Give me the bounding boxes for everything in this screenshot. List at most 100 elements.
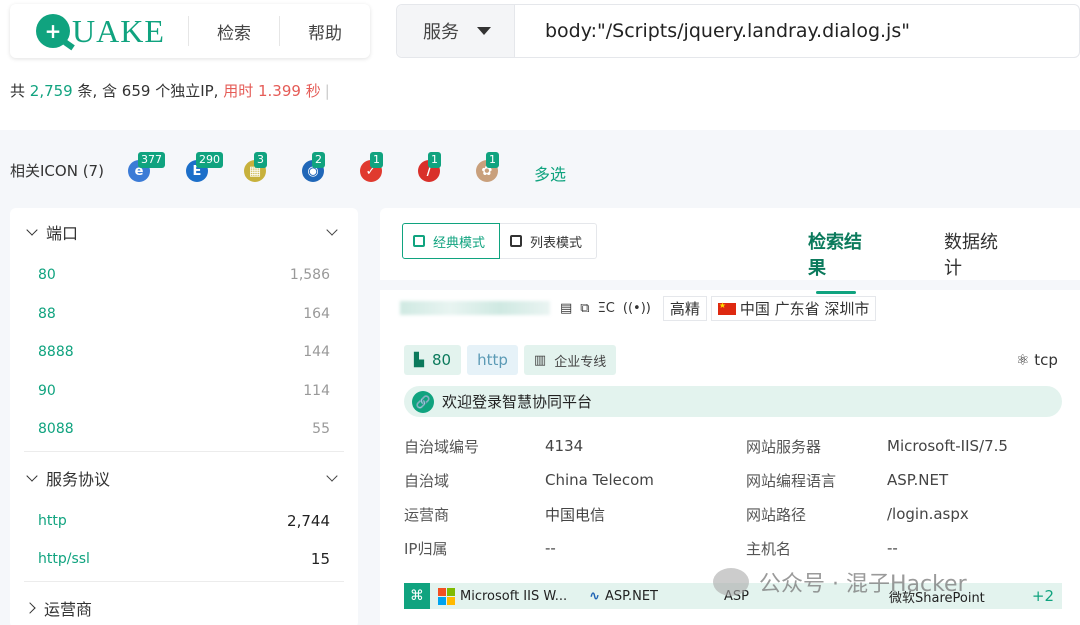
favicon-item[interactable]: E 290	[186, 152, 244, 192]
line-tag[interactable]: ▥ 企业专线	[523, 345, 617, 375]
nav-search[interactable]: 检索	[189, 19, 279, 44]
logo-q-icon: +	[36, 14, 70, 48]
tech-aspnet[interactable]: ∿ ASP.NET	[589, 589, 658, 604]
blurred-ip[interactable]	[400, 301, 550, 315]
filter-count: 2,744	[287, 511, 330, 530]
filter-count: 164	[303, 305, 330, 322]
filter-row[interactable]: 80 1,586	[24, 256, 344, 295]
detail-value: Microsoft-IIS/7.5	[887, 437, 1008, 455]
location-badge: 中国 广东省 深圳市	[710, 295, 877, 321]
favicon-item[interactable]: ◉ 2	[302, 152, 360, 192]
detail-label: 网站路径	[746, 505, 807, 524]
filter-count: 114	[303, 382, 330, 399]
section-divider	[24, 450, 344, 452]
tech-aspnet-label: ASP.NET	[605, 588, 658, 604]
collapse-chevron-icon[interactable]	[326, 469, 338, 482]
classic-mode-label: 经典模式	[433, 235, 486, 251]
site-title[interactable]: 欢迎登录智慧协同平台	[442, 391, 592, 412]
multi-select-button[interactable]: 多选	[534, 161, 566, 185]
favicon-item[interactable]: ✿ 1	[476, 152, 534, 192]
filter-sidebar: 端口 80 1,586 88 164 8888 144 90 114 8088 55 服务协议 h…	[10, 208, 358, 625]
detail-label: 自治域编号	[404, 437, 480, 456]
signal-icon[interactable]: ((•))	[623, 301, 651, 316]
detail-label: 自治域	[404, 471, 450, 490]
filter-row[interactable]: 8888 144	[24, 333, 344, 372]
ec-icon[interactable]: ΞC	[598, 301, 615, 316]
favicon-count-badge: 377	[138, 152, 165, 168]
search-bar: 服务 body:"/Scripts/jquery.landray.dialog.…	[396, 4, 1080, 58]
collapse-chevron-icon[interactable]	[326, 224, 338, 236]
filter-value: 8088	[38, 421, 74, 438]
search-input[interactable]: body:"/Scripts/jquery.landray.dialog.js"	[515, 20, 910, 42]
list-icon	[510, 235, 523, 247]
favicon-item[interactable]: ✓ 1	[360, 152, 418, 192]
protocol-section-header[interactable]: 服务协议	[24, 454, 344, 502]
classic-mode-button[interactable]: 经典模式	[402, 223, 501, 259]
filter-row[interactable]: 88 164	[24, 295, 344, 334]
result-host-header: ▤ ⧉ ΞC ((•)) 高精 中国 广东省 深圳市	[400, 295, 877, 321]
link-icon[interactable]: 🔗	[412, 390, 434, 413]
list-mode-button[interactable]: 列表模式	[500, 223, 598, 259]
logo-text: UAKE	[72, 12, 165, 49]
filter-row[interactable]: http 2,744	[24, 502, 344, 541]
tech-iis[interactable]: Microsoft IIS W...	[438, 587, 567, 605]
detail-row: IP归属 -- 主机名 --	[404, 531, 1080, 565]
filter-count: 55	[312, 421, 330, 438]
site-title-bar: 🔗 欢迎登录智慧协同平台	[404, 386, 1062, 417]
document-icon[interactable]: ▤	[560, 301, 572, 316]
location-text: 中国 广东省 深圳市	[739, 299, 870, 318]
related-icons-label: 相关ICON (7)	[10, 162, 104, 180]
building-icon: ▥	[533, 352, 547, 368]
protocol-section-title: 服务协议	[46, 469, 111, 489]
view-mode-toggle: 经典模式 列表模式	[402, 223, 598, 259]
summary-divider: |	[324, 82, 330, 100]
filter-row[interactable]: 90 114	[24, 372, 344, 411]
detail-row: 自治域 China Telecom 网站编程语言 ASP.NET	[404, 463, 1080, 497]
panel-separator	[380, 280, 1080, 290]
quake-logo[interactable]: + UAKE	[10, 4, 188, 58]
brand-nav-box: + UAKE 检索 帮助	[10, 4, 370, 58]
protocol-tag[interactable]: http	[467, 345, 518, 375]
filter-row[interactable]: http/ssl 15	[24, 540, 344, 579]
china-flag-icon	[717, 301, 736, 315]
filter-count: 1,586	[289, 267, 330, 284]
detail-value: 中国电信	[545, 505, 606, 524]
more-tech-button[interactable]: +2	[1032, 587, 1054, 605]
favicon-count-badge: 1	[370, 152, 383, 168]
detail-label: IP归属	[404, 539, 448, 558]
filter-count: 144	[303, 344, 330, 361]
wechat-watermark: 公众号 · 混子Hacker	[713, 566, 967, 598]
detail-value: China Telecom	[545, 471, 654, 489]
favicon-item[interactable]: ▦ 3	[244, 152, 302, 192]
filter-value: 8888	[38, 344, 74, 361]
dotnet-icon: ∿	[589, 588, 601, 604]
isp-section-header[interactable]: 运营商	[24, 584, 344, 625]
port-section-header[interactable]: 端口	[24, 208, 344, 256]
detail-value: --	[887, 539, 898, 557]
service-dropdown-label: 服务	[423, 22, 459, 43]
port-tag[interactable]: ▙ 80	[404, 345, 462, 375]
related-icons-row: 相关ICON (7) e 377 E 290 ▦ 3 ◉ 2 ✓ 1/1 ✿ 1 多选	[0, 130, 1080, 208]
favicon-count-badge: 1	[428, 152, 441, 168]
chevron-down-icon	[26, 224, 38, 236]
detail-row: 运营商 中国电信 网站路径/login.aspx	[404, 497, 1080, 531]
section-divider	[24, 580, 344, 582]
summary-time: 用时 1.399 秒	[223, 82, 321, 100]
nav-help[interactable]: 帮助	[280, 19, 370, 44]
watermark-text: 公众号 · 混子Hacker	[759, 572, 967, 597]
wechat-icon	[713, 568, 749, 596]
chevron-down-icon	[26, 469, 38, 482]
chevron-right-icon	[24, 601, 36, 614]
favicon-item[interactable]: e 377	[128, 152, 186, 192]
favicon-item[interactable]: /1	[418, 152, 476, 192]
list-mode-label: 列表模式	[530, 235, 583, 251]
port-list: 80 1,586 88 164 8888 144 90 114 8088 55	[24, 256, 344, 449]
filter-row[interactable]: 8088 55	[24, 410, 344, 449]
service-dropdown[interactable]: 服务	[397, 5, 515, 57]
isp-section-title: 运营商	[44, 599, 93, 619]
server-icon: ▙	[414, 352, 424, 368]
filter-value: http/ssl	[38, 551, 90, 568]
screenshot-icon[interactable]: ⧉	[580, 301, 589, 316]
transport-label: ⚛ tcp	[1016, 351, 1058, 369]
favicon-count-badge: 3	[254, 152, 267, 168]
